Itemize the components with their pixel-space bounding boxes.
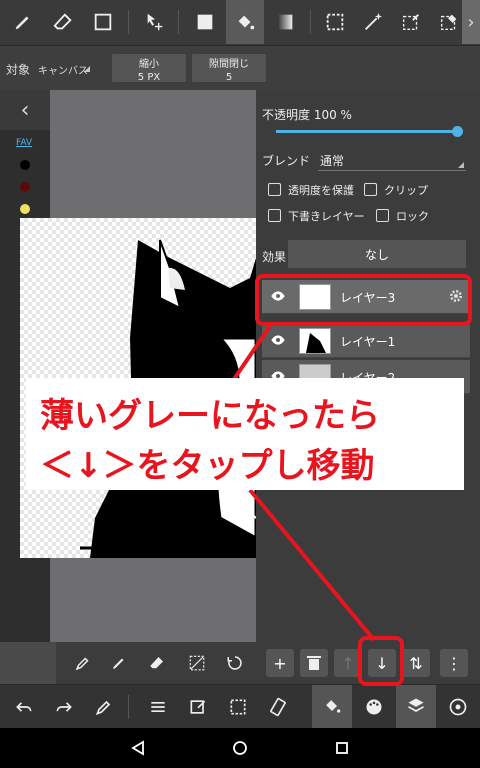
callout-line-2: ＜↓＞をタップし移動 — [40, 446, 375, 486]
instruction-callout: 薄いグレーになったら ＜↓＞をタップし移動 — [26, 378, 464, 490]
callout-line-1: 薄いグレーになったら — [40, 396, 380, 436]
